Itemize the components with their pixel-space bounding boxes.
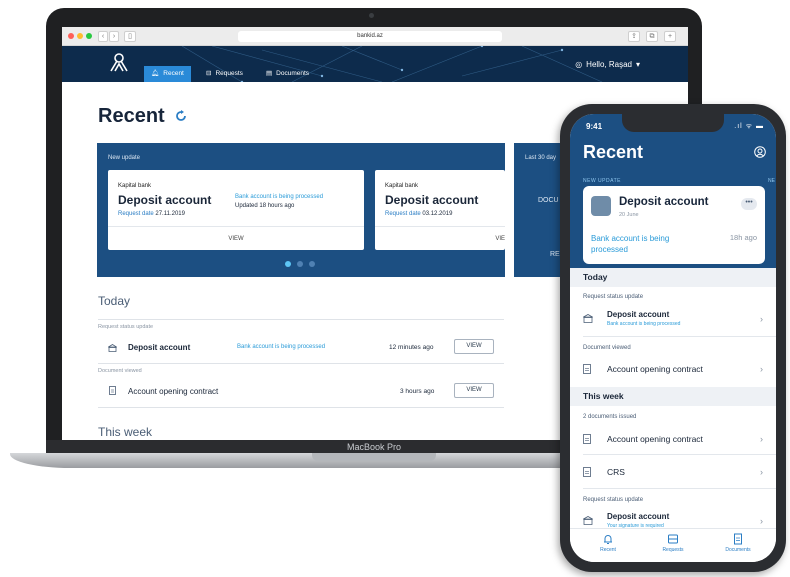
address-bar[interactable]: bankid.az xyxy=(238,31,502,42)
nav-tab-requests[interactable]: ⊟ Requests xyxy=(199,66,250,82)
update-card[interactable]: Deposit account 20 June ••• Bank account… xyxy=(583,186,765,264)
bankid-logo-icon[interactable] xyxy=(108,52,130,72)
phone-screen: 9:41 .ıl ᯤ ▬ Recent NEW UPDATE NE Deposi… xyxy=(570,114,776,562)
zoom-window-button[interactable] xyxy=(86,33,92,39)
user-icon: ◎ xyxy=(575,60,583,69)
update-card[interactable]: Kapital bank Deposit account Request dat… xyxy=(108,170,364,250)
update-card[interactable]: Kapital bank Deposit account Request dat… xyxy=(375,170,505,250)
chevron-right-icon: › xyxy=(760,314,763,324)
new-update-panel: New update Kapital bank Deposit account … xyxy=(97,143,505,277)
list-item[interactable]: CRS › xyxy=(583,467,763,481)
chevron-right-icon: › xyxy=(760,434,763,444)
page-title: Recent xyxy=(583,142,644,162)
this-week-heading: This week xyxy=(98,425,153,439)
view-button[interactable]: VIEW xyxy=(454,339,494,354)
nav-tab-documents[interactable]: ▤ Documents xyxy=(259,66,316,82)
back-button[interactable]: ‹ xyxy=(98,31,108,42)
phone-notch xyxy=(622,114,724,132)
new-tab-button[interactable]: + xyxy=(664,31,676,42)
laptop-notch xyxy=(312,453,436,461)
list-item[interactable]: Account opening contract › xyxy=(583,364,763,378)
phone-header: 9:41 .ıl ᯤ ▬ Recent NEW UPDATE NE Deposi… xyxy=(570,114,776,272)
view-button[interactable]: VIEW xyxy=(454,383,494,398)
user-icon[interactable] xyxy=(754,146,766,158)
chevron-down-icon: ▾ xyxy=(635,60,640,69)
carousel-dot[interactable] xyxy=(309,261,315,267)
tab-documents[interactable]: Documents xyxy=(708,533,768,553)
page-title: Recent xyxy=(98,105,165,127)
document-icon xyxy=(583,364,591,374)
bank-icon xyxy=(583,314,593,323)
browser-toolbar: ‹ › ▯ bankid.az ⇪ ⧉ + xyxy=(62,27,688,46)
camera xyxy=(369,13,374,18)
document-icon xyxy=(734,533,742,545)
chevron-right-icon: › xyxy=(760,364,763,374)
divider xyxy=(98,363,504,364)
document-icon xyxy=(583,467,591,477)
divider xyxy=(98,319,504,320)
user-menu[interactable]: ◎ Hello, Raşad ▾ xyxy=(575,60,640,69)
chevron-right-icon: › xyxy=(760,516,763,526)
bank-icon xyxy=(583,516,593,525)
more-options-icon[interactable]: ••• xyxy=(741,198,757,210)
divider xyxy=(583,336,776,337)
view-button[interactable]: VIE xyxy=(375,226,505,250)
deposit-icon xyxy=(591,196,611,216)
carousel-dot[interactable] xyxy=(297,261,303,267)
this-week-heading: This week xyxy=(570,387,776,406)
requests-icon: ⊟ xyxy=(206,70,212,77)
share-icon[interactable]: ⇪ xyxy=(628,31,640,42)
forward-button[interactable]: › xyxy=(109,31,119,42)
bell-icon xyxy=(604,535,612,544)
today-heading: Today xyxy=(570,268,776,287)
product-mockup: ‹ › ▯ bankid.az ⇪ ⧉ + 🔔︎ Recent ⊟ Reques… xyxy=(0,0,790,577)
sidebar-toggle-icon[interactable]: ▯ xyxy=(124,31,136,42)
tab-bar: Recent Requests Documents xyxy=(570,528,776,562)
list-item-name: Account opening contract xyxy=(128,387,219,396)
app-header: 🔔︎ Recent ⊟ Requests ▤ Documents ◎ Hello, R… xyxy=(62,46,688,82)
close-window-button[interactable] xyxy=(68,33,74,39)
phone-frame: 9:41 .ıl ᯤ ▬ Recent NEW UPDATE NE Deposi… xyxy=(560,104,786,572)
carousel-dots xyxy=(285,261,315,267)
list-item-name: Deposit account xyxy=(128,343,191,352)
requests-icon xyxy=(668,534,678,544)
tab-requests[interactable]: Requests xyxy=(643,533,703,553)
chevron-right-icon: › xyxy=(760,467,763,477)
document-icon: ▤ xyxy=(266,70,273,77)
nav-tab-recent[interactable]: 🔔︎ Recent xyxy=(144,66,191,82)
divider xyxy=(583,488,776,489)
carousel-dot[interactable] xyxy=(285,261,291,267)
tab-recent[interactable]: Recent xyxy=(578,533,638,553)
list-item[interactable]: Account opening contract › xyxy=(583,434,763,448)
divider xyxy=(583,454,776,455)
bank-icon xyxy=(108,344,117,352)
tabs-icon[interactable]: ⧉ xyxy=(646,31,658,42)
list-item[interactable]: Deposit account Bank account is being pr… xyxy=(583,310,763,332)
document-icon xyxy=(109,386,116,395)
divider xyxy=(98,407,504,408)
status-icons: .ıl ᯤ ▬ xyxy=(734,123,764,130)
view-button[interactable]: VIEW xyxy=(108,226,364,250)
refresh-icon[interactable] xyxy=(175,110,187,122)
document-icon xyxy=(583,434,591,444)
today-heading: Today xyxy=(98,294,131,308)
minimize-window-button[interactable] xyxy=(77,33,83,39)
bell-icon: 🔔︎ xyxy=(151,70,160,77)
